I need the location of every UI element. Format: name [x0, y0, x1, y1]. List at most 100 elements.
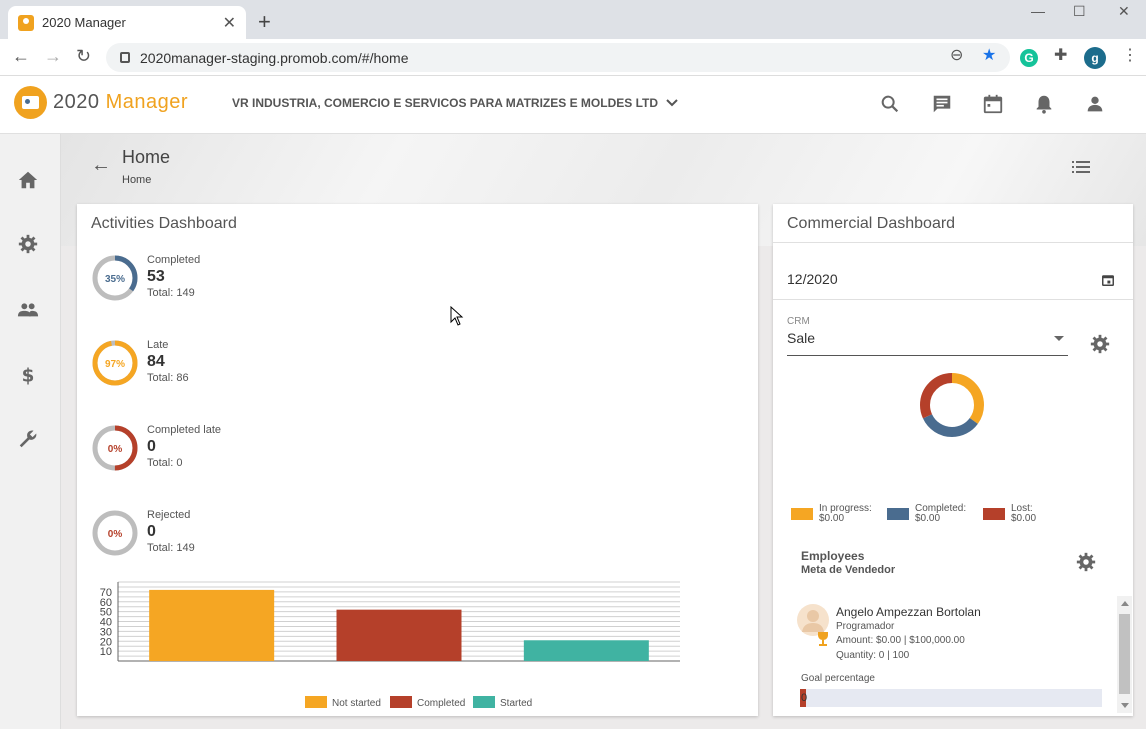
- activity-item: 97% Late 84 Total: 86: [91, 339, 189, 387]
- employees-settings-icon[interactable]: [1075, 551, 1097, 573]
- divider: [773, 242, 1133, 243]
- crm-donut-chart: [920, 373, 984, 437]
- crm-value: Sale: [787, 330, 816, 346]
- close-tab-icon[interactable]: ✕: [223, 13, 236, 33]
- legend-swatch: [791, 508, 813, 520]
- legend-swatch: [983, 508, 1005, 520]
- legend-amount: $0.00: [915, 513, 941, 524]
- grammarly-icon[interactable]: G: [1020, 49, 1038, 67]
- activity-total: Total: 149: [147, 542, 195, 554]
- extensions-icon[interactable]: ✚: [1054, 45, 1067, 65]
- crm-legend-item: Completed: $0.00: [887, 504, 966, 524]
- zoom-icon[interactable]: ⊖: [950, 45, 963, 65]
- breadcrumb[interactable]: Home: [122, 174, 151, 186]
- back-icon[interactable]: ←: [12, 46, 30, 67]
- donut-percent: 97%: [105, 359, 125, 370]
- donut-percent: 35%: [105, 274, 125, 285]
- activity-total: Total: 86: [147, 372, 189, 384]
- browser-tab-bar: 2020 Manager ✕ + — ☐ ✕: [0, 0, 1146, 39]
- search-icon[interactable]: [879, 93, 901, 115]
- logo-badge-icon: [14, 86, 47, 119]
- activity-value: 53: [147, 268, 165, 285]
- main-content: ← Home Home Activities Dashboard 35% Comp…: [61, 134, 1146, 729]
- legend-swatch: [305, 696, 327, 708]
- wrench-icon[interactable]: [17, 428, 39, 450]
- bookmark-star-icon[interactable]: ★: [982, 45, 996, 65]
- scroll-up-icon[interactable]: [1121, 601, 1129, 606]
- legend-swatch: [887, 508, 909, 520]
- goal-label: Goal percentage: [801, 673, 875, 684]
- maximize-icon[interactable]: ☐: [1073, 3, 1086, 20]
- app-favicon-icon: [18, 14, 34, 31]
- dropdown-arrow-icon: [1054, 336, 1064, 341]
- logo-suffix: Manager: [105, 91, 188, 113]
- employee-role: Programador: [836, 621, 895, 632]
- activity-label: Rejected: [147, 509, 191, 521]
- browser-toolbar: ← → ↻ 2020manager-staging.promob.com/#/h…: [0, 39, 1146, 76]
- reload-icon[interactable]: ↻: [76, 46, 91, 67]
- close-window-icon[interactable]: ✕: [1118, 3, 1130, 20]
- commercial-title: Commercial Dashboard: [787, 215, 956, 232]
- company-selector[interactable]: VR INDUSTRIA, COMERCIO E SERVICOS PARA M…: [232, 96, 678, 110]
- crm-settings-icon[interactable]: [1089, 333, 1111, 355]
- scroll-thumb[interactable]: [1119, 614, 1130, 694]
- new-tab-button[interactable]: +: [258, 9, 271, 35]
- bell-icon[interactable]: [1033, 93, 1055, 115]
- employee-amount: Amount: $0.00 | $100,000.00: [836, 635, 965, 646]
- activity-item: 0% Rejected 0 Total: 149: [91, 509, 195, 557]
- tab-title: 2020 Manager: [42, 15, 126, 30]
- list-view-icon[interactable]: [1072, 160, 1090, 174]
- dollar-icon[interactable]: $: [17, 364, 39, 386]
- app-header: 2020 Manager VR INDUSTRIA, COMERCIO E SE…: [0, 76, 1146, 134]
- company-name: VR INDUSTRIA, COMERCIO E SERVICOS PARA M…: [232, 96, 659, 110]
- activity-value: 0: [147, 438, 156, 455]
- account-icon[interactable]: [1084, 93, 1106, 115]
- employee-avatar: [797, 604, 829, 646]
- employees-scrollbar[interactable]: [1117, 596, 1132, 713]
- settings-icon[interactable]: [17, 233, 39, 255]
- profile-avatar[interactable]: g: [1084, 47, 1106, 69]
- forward-icon[interactable]: →: [44, 46, 62, 67]
- legend-label: Not started: [332, 698, 381, 709]
- activity-donut: 0%: [92, 425, 138, 471]
- employees-subtitle: Meta de Vendedor: [801, 564, 896, 576]
- activity-label: Completed: [147, 254, 201, 266]
- people-icon[interactable]: [17, 299, 39, 321]
- activity-donut: 0%: [92, 510, 138, 556]
- date-field[interactable]: 12/2020: [787, 271, 838, 287]
- logo-prefix: 2020: [53, 91, 100, 113]
- y-tick-label: 70: [100, 587, 112, 599]
- legend-amount: $0.00: [1011, 513, 1037, 524]
- lock-icon: [120, 52, 130, 63]
- address-bar[interactable]: 2020manager-staging.promob.com/#/home: [106, 43, 1010, 72]
- donut-percent: 0%: [108, 529, 123, 540]
- activity-label: Late: [147, 339, 169, 351]
- chat-icon[interactable]: [931, 93, 953, 115]
- employees-title: Employees: [801, 549, 865, 563]
- employee-name: Angelo Ampezzan Bortolan: [836, 605, 981, 619]
- donut-percent: 0%: [108, 444, 123, 455]
- activity-label: Completed late: [147, 424, 221, 436]
- activity-total: Total: 0: [147, 457, 183, 469]
- activity-value: 84: [147, 353, 165, 370]
- back-arrow-icon[interactable]: ←: [91, 154, 111, 177]
- menu-dots-icon[interactable]: ⋮: [1122, 45, 1138, 65]
- scroll-down-icon[interactable]: [1121, 703, 1129, 708]
- activity-item: 0% Completed late 0 Total: 0: [91, 424, 221, 472]
- legend-label: Completed: [417, 698, 465, 709]
- sidebar: $: [0, 134, 61, 729]
- calendar-icon[interactable]: [982, 93, 1004, 115]
- minimize-icon[interactable]: —: [1031, 3, 1045, 19]
- browser-tab[interactable]: 2020 Manager ✕: [8, 6, 246, 39]
- calendar-icon[interactable]: [1101, 273, 1115, 287]
- crm-select[interactable]: Sale: [787, 330, 1068, 356]
- bar: [336, 609, 462, 661]
- employee-quantity: Quantity: 0 | 100: [836, 650, 910, 661]
- home-icon[interactable]: [17, 169, 39, 191]
- commercial-card: Commercial Dashboard 12/2020 CRM Sale In…: [773, 204, 1133, 716]
- app-logo[interactable]: 2020 Manager: [14, 86, 188, 119]
- activity-donut: 35%: [92, 255, 138, 301]
- activity-item: 35% Completed 53 Total: 149: [91, 254, 200, 302]
- activity-donut: 97%: [92, 340, 138, 386]
- bar: [149, 589, 275, 661]
